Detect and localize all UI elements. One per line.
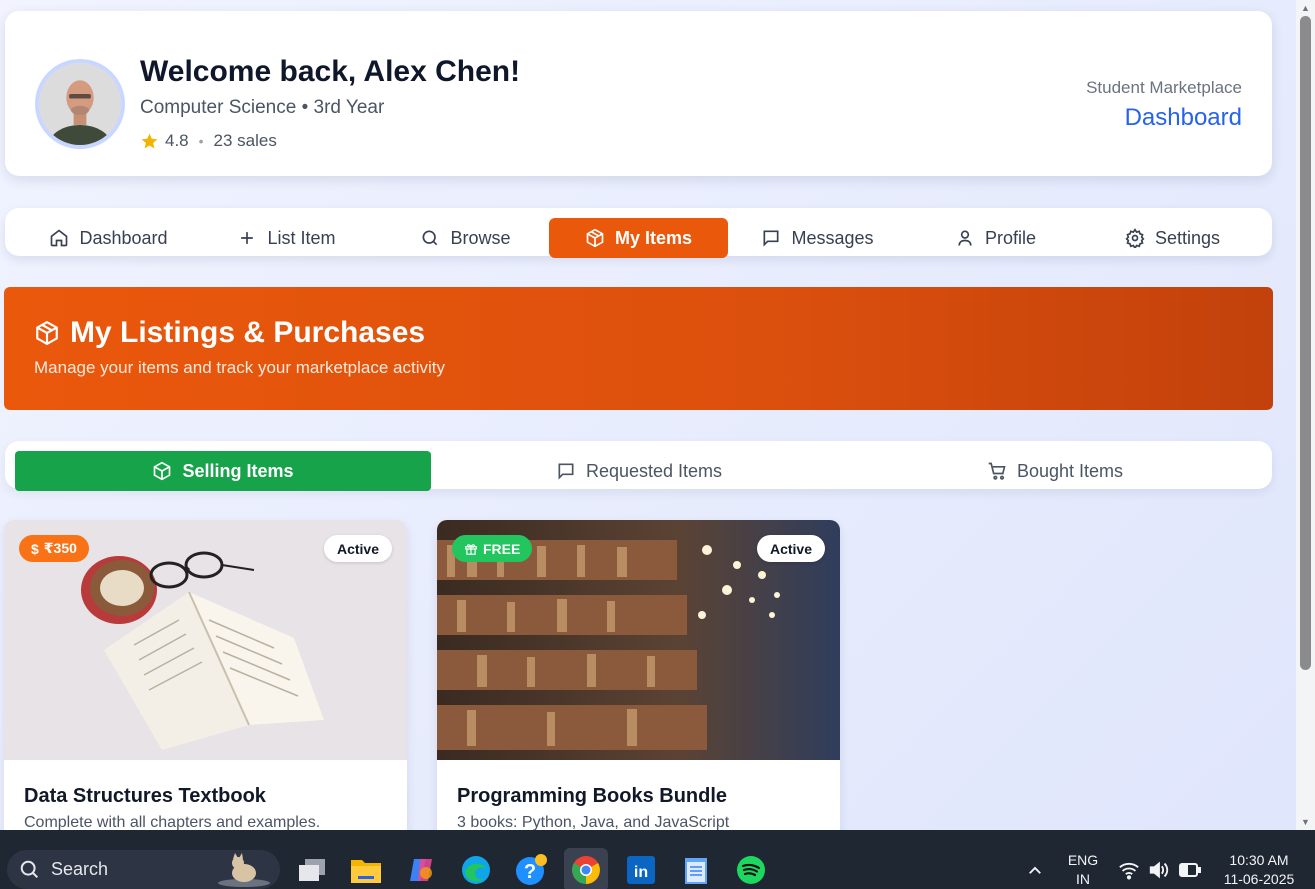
wifi-icon[interactable] [1118,860,1140,880]
os-taskbar: Search ? in ENG IN 10:30 AM 11-06-2025 [0,830,1315,889]
item-card[interactable]: $ ₹350 Active Data Structures Textbook C… [4,520,407,830]
price-badge: FREE [452,535,533,562]
banner-title-row: My Listings & Purchases [34,316,425,350]
tab-label: Selling Items [182,460,294,481]
star-icon [141,133,158,149]
avatar[interactable] [35,59,125,149]
nav-label: Messages [791,227,874,248]
nav-my-items[interactable]: My Items [549,218,728,258]
nav-label: Profile [984,227,1037,248]
rating-separator: • [198,133,204,149]
scroll-thumb[interactable] [1300,16,1311,670]
gear-icon [1125,228,1145,248]
search-icon [20,860,39,878]
item-description: 3 books: Python, Java, and JavaScript [457,814,730,830]
price-text: FREE [483,540,521,557]
nav-label: Dashboard [79,227,168,248]
nav-label: Browse [450,227,511,248]
price-text: ₹350 [43,540,77,556]
items-subtabs: Selling Items Requested Items Bought Ite… [5,441,1272,491]
language-indicator[interactable]: ENG IN [1064,851,1102,889]
tab-label: Requested Items [585,460,723,481]
item-card[interactable]: FREE Active Programming Books Bundle 3 b… [437,520,840,830]
cat-icon [218,852,270,887]
tab-bought-items[interactable]: Bought Items [847,451,1263,491]
tab-requested-items[interactable]: Requested Items [431,451,847,491]
copilot-icon[interactable] [404,853,438,887]
home-icon [51,229,68,247]
svg-text:in: in [634,864,648,881]
listings-banner: My Listings & Purchases Manage your item… [4,287,1273,410]
nav-label: My Items [614,227,693,248]
welcome-title: Welcome back, Alex Chen! [140,55,521,88]
taskbar-search-placeholder: Search [51,859,109,879]
item-description: Complete with all chapters and examples. [24,814,321,830]
rating-row: 4.8 • 23 sales [140,131,277,151]
dollar-icon: $ [31,540,39,557]
battery-icon[interactable] [1178,861,1202,879]
clock[interactable]: 10:30 AM 11-06-2025 [1212,851,1306,889]
brand-title: Dashboard [1124,104,1242,131]
app-page: Welcome back, Alex Chen! Computer Scienc… [0,0,1296,830]
notepad-icon[interactable] [679,853,713,887]
plus-icon [241,232,254,244]
nav-messages[interactable]: Messages [728,218,907,258]
banner-subtitle: Manage your items and track your marketp… [34,358,446,377]
profile-header: Welcome back, Alex Chen! Computer Scienc… [5,11,1272,176]
item-title: Programming Books Bundle [457,785,728,807]
task-view-icon[interactable] [295,853,329,887]
page-scrollbar[interactable]: ▲ ▼ [1296,0,1315,830]
tab-label: Bought Items [1016,460,1124,481]
chevron-up-icon[interactable] [1026,862,1044,880]
scroll-down-arrow-icon[interactable]: ▼ [1296,814,1315,830]
department-text: Computer Science • 3rd Year [140,97,385,118]
package-icon [36,320,58,346]
main-nav: Dashboard List Item Browse My Items Mess… [5,208,1272,258]
edge-browser-icon[interactable] [459,853,493,887]
nav-list-item[interactable]: List Item [197,218,376,258]
banner-title: My Listings & Purchases [70,316,426,349]
message-icon [763,230,779,247]
package-icon [586,228,604,248]
item-title: Data Structures Textbook [24,785,266,807]
region-code: IN [1076,871,1090,887]
scroll-up-arrow-icon[interactable]: ▲ [1296,0,1315,16]
rating-value: 4.8 [165,131,189,150]
clock-time: 10:30 AM [1229,852,1289,868]
volume-icon[interactable] [1148,860,1170,880]
nav-browse[interactable]: Browse [376,218,555,258]
nav-dashboard[interactable]: Dashboard [19,218,198,258]
nav-label: List Item [267,227,336,248]
gift-icon [465,543,477,555]
user-icon [958,230,972,246]
nav-profile[interactable]: Profile [906,218,1085,258]
message-icon [558,463,574,480]
nav-settings[interactable]: Settings [1083,218,1262,258]
nav-label: Settings [1154,227,1221,248]
taskbar-search[interactable]: Search [7,850,280,889]
chrome-browser-icon[interactable] [564,848,608,889]
svg-text:?: ? [524,861,536,883]
package-icon [154,461,171,481]
status-badge: Active [756,535,825,562]
linkedin-icon[interactable]: in [624,853,658,887]
sales-count: 23 sales [213,131,277,150]
help-icon[interactable]: ? [514,853,548,887]
clock-date: 11-06-2025 [1223,871,1295,887]
brand-subtitle: Student Marketplace [1086,78,1242,97]
cart-icon [988,462,1006,480]
status-badge: Active [323,535,392,562]
search-icon [422,230,438,246]
tab-selling-items[interactable]: Selling Items [15,451,431,491]
spotify-icon[interactable] [734,853,768,887]
file-explorer-icon[interactable] [349,853,383,887]
language-code: ENG [1067,852,1099,868]
price-badge: $ ₹350 [19,535,89,562]
